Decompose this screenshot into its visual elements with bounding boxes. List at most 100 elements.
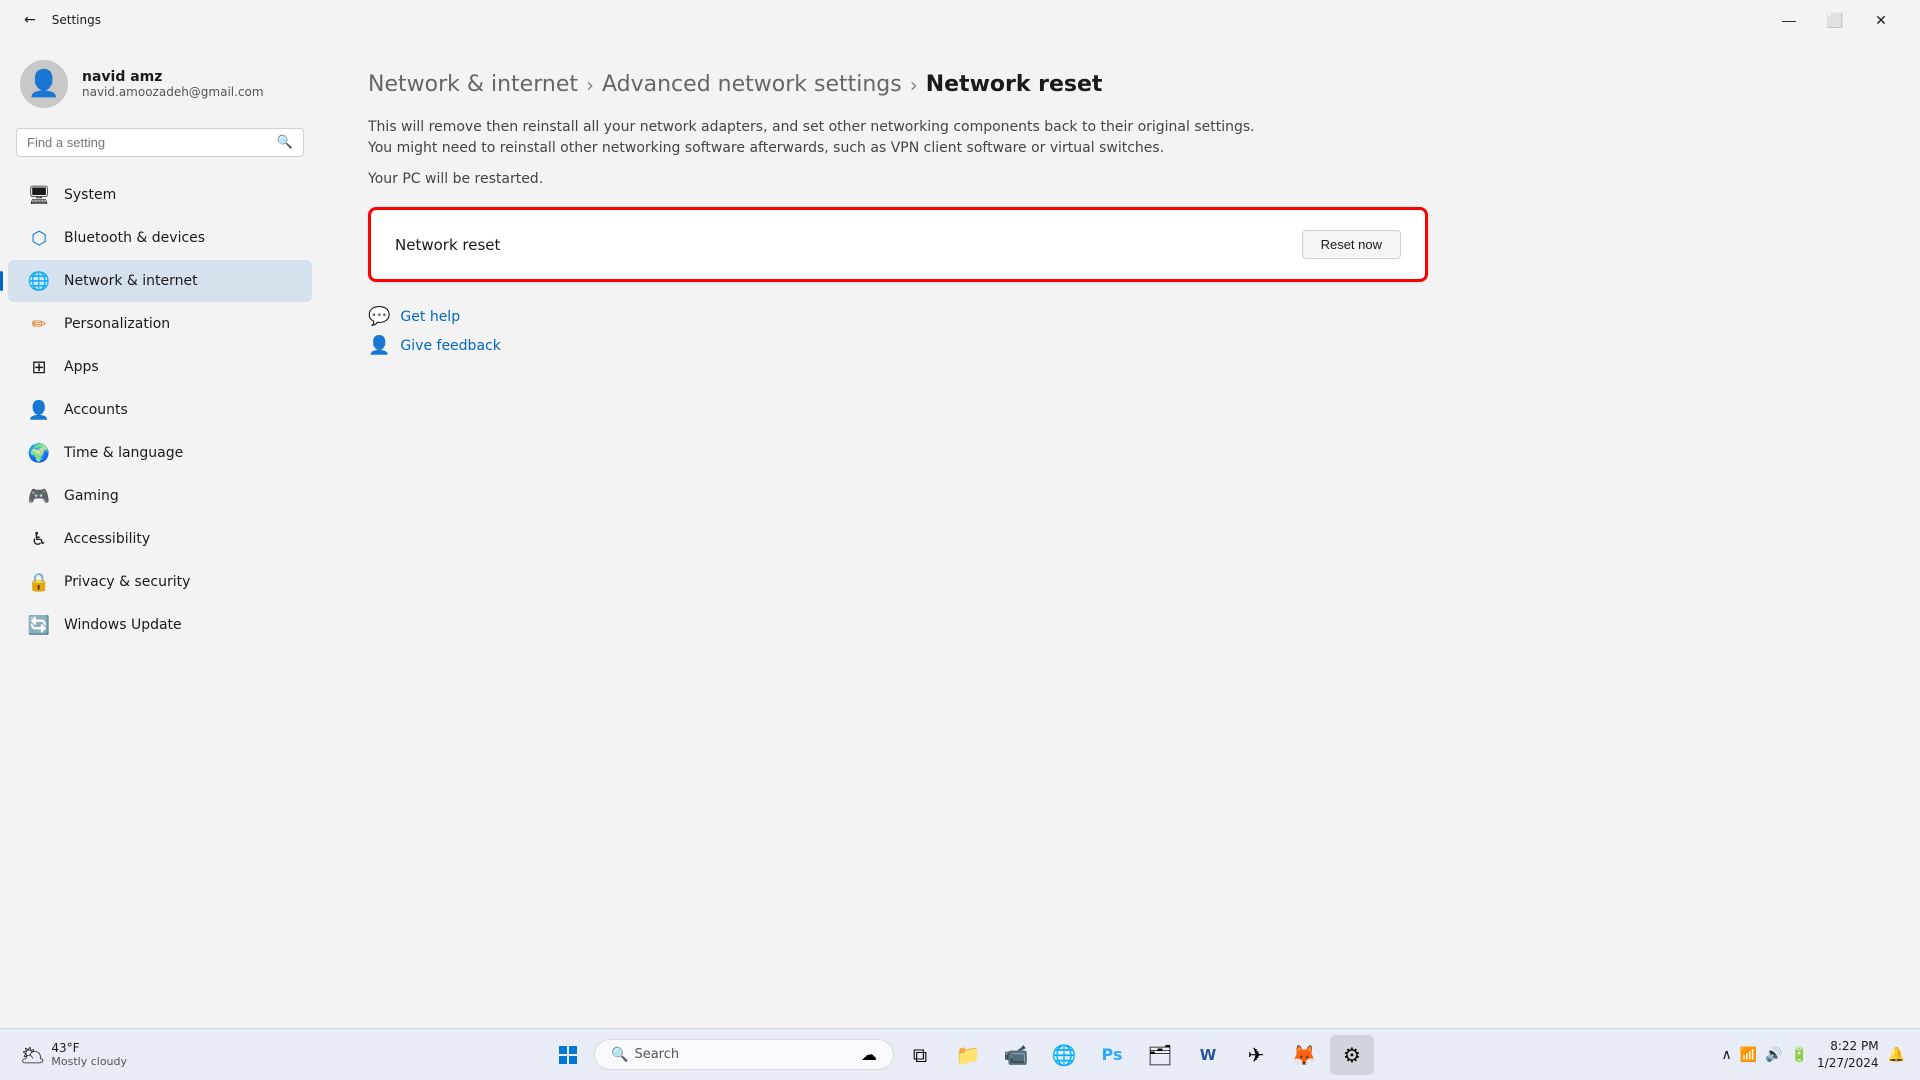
app-body: 👤 navid amz navid.amoozadeh@gmail.com 🔍 … bbox=[0, 40, 1920, 1028]
network-icon: 🌐 bbox=[28, 270, 50, 292]
firefox-icon: 🦊 bbox=[1292, 1043, 1317, 1067]
taskbar-right: ∧ 📶 🔊 🔋 8:22 PM 1/27/2024 🔔 bbox=[1718, 1038, 1908, 1072]
notification-icon[interactable]: 🔔 bbox=[1885, 1043, 1908, 1067]
network-status-icon[interactable]: 📶 bbox=[1737, 1043, 1760, 1067]
clock-time: 8:22 PM bbox=[1817, 1038, 1879, 1055]
chrome-icon: 🌐 bbox=[1052, 1043, 1077, 1067]
photoshop-icon: Ps bbox=[1102, 1045, 1123, 1064]
give-feedback-icon: 👤 bbox=[368, 335, 390, 356]
sidebar-item-label: Apps bbox=[64, 359, 99, 375]
close-button[interactable]: ✕ bbox=[1858, 4, 1904, 36]
accounts-icon: 👤 bbox=[28, 399, 50, 421]
file-explorer-button[interactable]: 📁 bbox=[946, 1035, 990, 1075]
give-feedback-link[interactable]: 👤 Give feedback bbox=[368, 335, 1872, 356]
sidebar-item-accounts[interactable]: 👤 Accounts bbox=[8, 389, 312, 431]
sidebar-item-system[interactable]: 🖥 System bbox=[8, 174, 312, 216]
breadcrumb-sep-1: › bbox=[586, 73, 594, 97]
task-view-button[interactable]: ⧉ bbox=[898, 1035, 942, 1075]
teams-icon: 📹 bbox=[1004, 1043, 1029, 1067]
start-button[interactable] bbox=[546, 1035, 590, 1075]
window-title: Settings bbox=[52, 13, 101, 27]
telegram-button[interactable]: ✈ bbox=[1234, 1035, 1278, 1075]
title-bar-left: ← Settings bbox=[16, 8, 101, 32]
search-icon: 🔍 bbox=[277, 135, 293, 150]
sidebar-item-label: Time & language bbox=[64, 445, 183, 461]
volume-icon[interactable]: 🔊 bbox=[1762, 1043, 1785, 1067]
breadcrumb-network[interactable]: Network & internet bbox=[368, 72, 578, 97]
weather-temp: 43°F bbox=[51, 1041, 127, 1055]
sidebar-item-personalization[interactable]: ✏ Personalization bbox=[8, 303, 312, 345]
reset-card-label: Network reset bbox=[395, 236, 500, 254]
breadcrumb: Network & internet › Advanced network se… bbox=[368, 72, 1872, 97]
breadcrumb-current: Network reset bbox=[926, 72, 1103, 97]
accessibility-icon: ♿ bbox=[28, 528, 50, 550]
get-help-link[interactable]: 💬 Get help bbox=[368, 306, 1872, 327]
sidebar-item-accessibility[interactable]: ♿ Accessibility bbox=[8, 518, 312, 560]
network-reset-card: Network reset Reset now bbox=[368, 207, 1428, 282]
sidebar-item-label: Windows Update bbox=[64, 617, 182, 633]
title-bar: ← Settings — ⬜ ✕ bbox=[0, 0, 1920, 40]
get-help-icon: 💬 bbox=[368, 306, 390, 327]
sidebar-item-gaming[interactable]: 🎮 Gaming bbox=[8, 475, 312, 517]
sidebar-item-update[interactable]: 🔄 Windows Update bbox=[8, 604, 312, 646]
sidebar: 👤 navid amz navid.amoozadeh@gmail.com 🔍 … bbox=[0, 40, 320, 1028]
nav-items: 🖥 System ⬡ Bluetooth & devices 🌐 Network… bbox=[0, 169, 320, 651]
settings-window: ← Settings — ⬜ ✕ 👤 navid amz navid.amooz… bbox=[0, 0, 1920, 1080]
main-content: Network & internet › Advanced network se… bbox=[320, 40, 1920, 1028]
avatar: 👤 bbox=[20, 60, 68, 108]
teams-button[interactable]: 📹 bbox=[994, 1035, 1038, 1075]
word-button[interactable]: W bbox=[1186, 1035, 1230, 1075]
word-icon: W bbox=[1200, 1046, 1217, 1064]
apps-icon: ⊞ bbox=[28, 356, 50, 378]
telegram-icon: ✈ bbox=[1248, 1043, 1265, 1067]
search-box[interactable]: 🔍 bbox=[16, 128, 304, 157]
weather-icon: 🌥 bbox=[20, 1043, 45, 1067]
taskbar-search-icon: 🔍 bbox=[611, 1047, 628, 1063]
settings-button[interactable]: ⚙ bbox=[1330, 1035, 1374, 1075]
page-description: This will remove then reinstall all your… bbox=[368, 117, 1268, 159]
minimize-button[interactable]: — bbox=[1766, 4, 1812, 36]
personalization-icon: ✏ bbox=[28, 313, 50, 335]
give-feedback-label: Give feedback bbox=[400, 338, 500, 354]
sidebar-item-label: Accessibility bbox=[64, 531, 150, 547]
system-icon: 🖥 bbox=[28, 184, 50, 206]
system-icons: ∧ 📶 🔊 🔋 bbox=[1718, 1043, 1811, 1067]
clock[interactable]: 8:22 PM 1/27/2024 bbox=[1817, 1038, 1879, 1072]
weather-info: 43°F Mostly cloudy bbox=[51, 1041, 127, 1068]
sidebar-item-network[interactable]: 🌐 Network & internet bbox=[8, 260, 312, 302]
restart-notice: Your PC will be restarted. bbox=[368, 171, 1872, 187]
user-info: navid amz navid.amoozadeh@gmail.com bbox=[82, 69, 264, 99]
taskbar: 🌥 43°F Mostly cloudy 🔍 Search bbox=[0, 1028, 1920, 1080]
sidebar-item-privacy[interactable]: 🔒 Privacy & security bbox=[8, 561, 312, 603]
sidebar-item-bluetooth[interactable]: ⬡ Bluetooth & devices bbox=[8, 217, 312, 259]
firefox-button[interactable]: 🦊 bbox=[1282, 1035, 1326, 1075]
task-view-icon: ⧉ bbox=[913, 1043, 927, 1067]
battery-icon[interactable]: 🔋 bbox=[1788, 1043, 1811, 1067]
back-button[interactable]: ← bbox=[16, 8, 44, 32]
update-icon: 🔄 bbox=[28, 614, 50, 636]
get-help-label: Get help bbox=[400, 309, 460, 325]
clock-date: 1/27/2024 bbox=[1817, 1055, 1879, 1072]
privacy-icon: 🔒 bbox=[28, 571, 50, 593]
file-explorer-icon: 📁 bbox=[956, 1043, 981, 1067]
sidebar-item-apps[interactable]: ⊞ Apps bbox=[8, 346, 312, 388]
breadcrumb-advanced[interactable]: Advanced network settings bbox=[602, 72, 902, 97]
file-manager-button[interactable]: 🗂 bbox=[1138, 1035, 1182, 1075]
gaming-icon: 🎮 bbox=[28, 485, 50, 507]
search-input[interactable] bbox=[27, 135, 269, 150]
reset-now-button[interactable]: Reset now bbox=[1302, 230, 1401, 259]
settings-icon: ⚙ bbox=[1343, 1043, 1361, 1067]
title-bar-controls: — ⬜ ✕ bbox=[1766, 4, 1904, 36]
chrome-button[interactable]: 🌐 bbox=[1042, 1035, 1086, 1075]
file-manager-icon: 🗂 bbox=[1147, 1043, 1172, 1067]
breadcrumb-sep-2: › bbox=[910, 73, 918, 97]
avatar-icon: 👤 bbox=[28, 69, 60, 99]
maximize-button[interactable]: ⬜ bbox=[1812, 4, 1858, 36]
photoshop-button[interactable]: Ps bbox=[1090, 1035, 1134, 1075]
weather-widget[interactable]: 🌥 43°F Mostly cloudy bbox=[12, 1037, 135, 1072]
sidebar-item-time[interactable]: 🌍 Time & language bbox=[8, 432, 312, 474]
chevron-up-icon[interactable]: ∧ bbox=[1718, 1043, 1734, 1067]
sidebar-item-label: System bbox=[64, 187, 116, 203]
taskbar-search-label: Search bbox=[634, 1047, 679, 1062]
taskbar-search[interactable]: 🔍 Search ☁ bbox=[594, 1039, 894, 1070]
